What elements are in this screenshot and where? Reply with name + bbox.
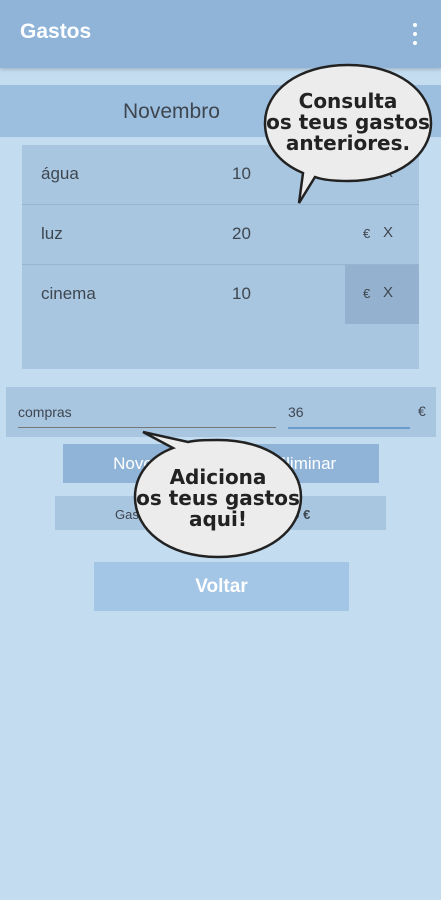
delete-button[interactable]: X: [383, 284, 393, 301]
app-bar: Gastos: [0, 0, 441, 68]
list-item[interactable]: cinema 10 € X: [22, 265, 419, 324]
expense-name: água: [41, 164, 79, 183]
expense-name-input[interactable]: [18, 397, 276, 428]
expense-actions: € X: [345, 205, 419, 264]
expense-value: 20: [232, 224, 251, 243]
expense-actions: € X: [345, 265, 419, 324]
expense-name: luz: [41, 224, 63, 243]
back-button[interactable]: Voltar: [94, 562, 349, 611]
currency-symbol: €: [363, 286, 371, 301]
month-label: Novembro: [123, 100, 220, 123]
expense-input-row: €: [6, 387, 436, 437]
expense-amount-input[interactable]: [288, 397, 410, 429]
tip-bubble-history: Consulta os teus gastos anteriores.: [263, 63, 433, 204]
more-vert-icon[interactable]: [403, 20, 427, 48]
expense-value: 10: [232, 164, 251, 183]
currency-symbol: €: [363, 226, 371, 241]
delete-button[interactable]: X: [383, 224, 393, 241]
tip-line: aqui!: [188, 507, 248, 531]
tip-bubble-add: Adiciona os teus gastos aqui!: [133, 430, 303, 559]
app-title: Gastos: [20, 20, 92, 43]
currency-symbol: €: [418, 403, 426, 419]
tip-line: Consulta: [298, 88, 398, 113]
expense-name: cinema: [41, 284, 96, 303]
list-item[interactable]: luz 20 € X: [22, 205, 419, 265]
tip-line: Adiciona: [169, 465, 267, 489]
tip-line: anteriores.: [285, 130, 411, 155]
tip-line: os teus gastos: [136, 486, 300, 510]
tip-line: os teus gastos: [266, 109, 430, 134]
expense-value: 10: [232, 284, 251, 303]
